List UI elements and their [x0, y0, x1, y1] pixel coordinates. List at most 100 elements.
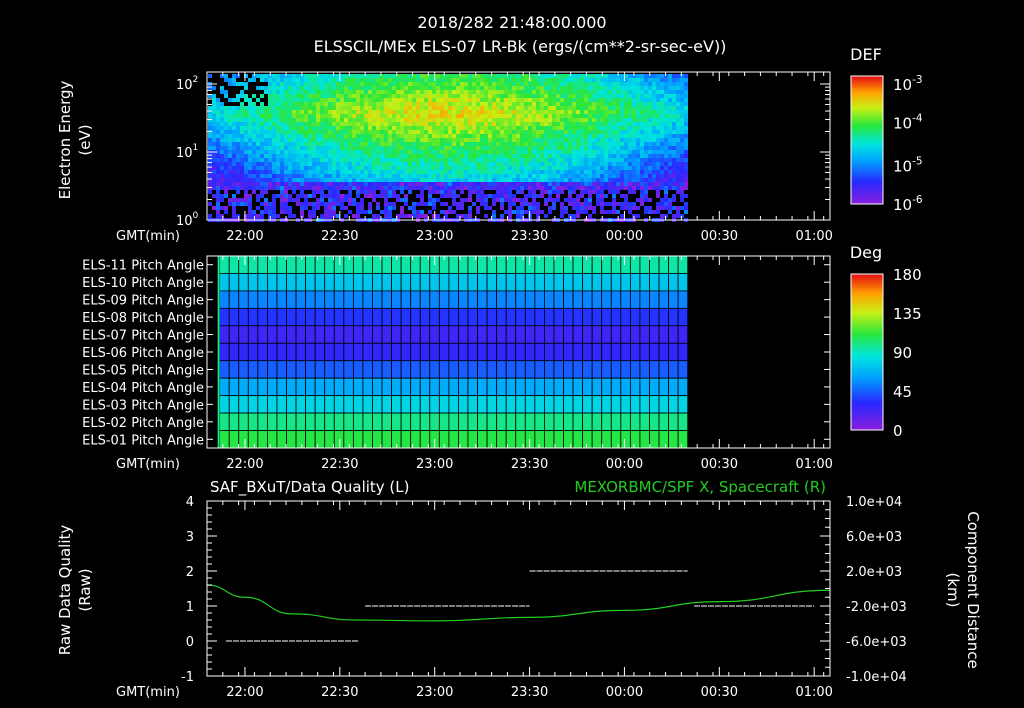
spectrogram-cell [416, 170, 420, 174]
spectrogram-cell [412, 110, 416, 114]
spectrogram-cell [436, 210, 440, 214]
spectrogram-cell [676, 214, 680, 218]
spectrogram-cell [532, 74, 536, 78]
spectrogram-cell [348, 138, 352, 142]
spectrogram-cell [360, 174, 364, 178]
pitch-angle-cell [524, 307, 536, 327]
spectrogram-cell [476, 174, 480, 178]
spectrogram-cell [272, 102, 276, 106]
spectrogram-cell [572, 106, 576, 110]
spectrogram-cell [388, 118, 392, 122]
spectrogram-cell [228, 146, 232, 150]
spectrogram-cell [576, 82, 580, 86]
spectrogram-cell [636, 114, 640, 118]
spectrogram-cell [620, 186, 624, 190]
spectrogram-cell [220, 210, 224, 214]
spectrogram-cell [428, 198, 432, 202]
spectrogram-cell [544, 182, 548, 186]
spectrogram-cell [656, 118, 660, 122]
spectrogram-cell [372, 78, 376, 82]
spectrogram-cell [596, 194, 600, 198]
spectrogram-cell [536, 178, 540, 182]
spectrogram-cell [364, 82, 368, 86]
spectrogram-cell [520, 138, 524, 142]
spectrogram-cell [324, 198, 328, 202]
spectrogram-cell [404, 118, 408, 122]
spectrogram-cell [396, 150, 400, 154]
spectrogram-cell [476, 86, 480, 90]
spectrogram-cell [336, 154, 340, 158]
spectrogram-cell [396, 106, 400, 110]
spectrogram-cell [348, 130, 352, 134]
spectrogram-cell [448, 126, 452, 130]
spectrogram-cell [368, 86, 372, 90]
spectrogram-cell [348, 142, 352, 146]
spectrogram-cell [256, 190, 260, 194]
spectrogram-cell [588, 86, 592, 90]
spectrogram-cell [504, 206, 508, 210]
spectrogram-cell [636, 94, 640, 98]
spectrogram-cell [424, 90, 428, 94]
spectrogram-cell [228, 186, 232, 190]
spectrogram-cell [364, 106, 368, 110]
spectrogram-cell [556, 134, 560, 138]
spectrogram-cell [536, 98, 540, 102]
spectrogram-cell [680, 98, 684, 102]
spectrogram-cell [360, 186, 364, 190]
spectrogram-cell [360, 206, 364, 210]
spectrogram-cell [228, 114, 232, 118]
spectrogram-cell [456, 134, 460, 138]
spectrogram-cell [260, 198, 264, 202]
spectrogram-cell [316, 194, 320, 198]
spectrogram-cell [236, 158, 240, 162]
pitch-angle-cell [419, 360, 431, 379]
spectrogram-cell [340, 202, 344, 206]
spectrogram-cell [396, 98, 400, 102]
spectrogram-cell [304, 78, 308, 82]
spectrogram-cell [644, 138, 648, 142]
spectrogram-cell [452, 106, 456, 110]
spectrogram-cell [620, 82, 624, 86]
spectrogram-cell [444, 178, 448, 182]
spectrogram-cell [572, 102, 576, 106]
spectrogram-cell [416, 74, 420, 78]
spectrogram-cell [448, 94, 452, 98]
spectrogram-cell [660, 162, 664, 166]
spectrogram-cell [544, 82, 548, 86]
spectrogram-cell [532, 78, 536, 82]
spectrogram-cell [228, 210, 232, 214]
spectrogram-cell [600, 86, 604, 90]
spectrogram-cell [284, 194, 288, 198]
spectrogram-cell [560, 214, 564, 218]
spectrogram-cell [224, 194, 228, 198]
pitch-angle-cell [219, 255, 230, 274]
spectrogram-cell [460, 86, 464, 90]
spectrogram-cell [364, 198, 368, 202]
spectrogram-cell [556, 118, 560, 122]
spectrogram-cell [264, 182, 268, 186]
spectrogram-cell [352, 98, 356, 102]
spectrogram-cell [272, 158, 276, 162]
spectrogram-cell [544, 206, 548, 210]
spectrogram-cell [244, 150, 248, 154]
spectrogram-cell [660, 98, 664, 102]
spectrogram-cell [400, 154, 404, 158]
spectrogram-cell [512, 146, 516, 150]
spectrogram-cell [472, 82, 476, 86]
energy-time-gmt-label: GMT(min) [116, 229, 180, 244]
spectrogram-cell [548, 194, 552, 198]
spectrogram-cell [444, 194, 448, 198]
spectrogram-cell [476, 186, 480, 190]
spectrogram-cell [484, 110, 488, 114]
spectrogram-cell [472, 210, 476, 214]
spectrogram-cell [488, 210, 492, 214]
spectrogram-cell [540, 198, 544, 202]
spectrogram-cell [636, 106, 640, 110]
spectrogram-cell [524, 130, 528, 134]
spectrogram-cell [624, 86, 628, 90]
spectrogram-cell [532, 130, 536, 134]
spectrogram-cell [388, 162, 392, 166]
spectrogram-cell [224, 190, 228, 194]
spectrogram-cell [568, 202, 572, 206]
spectrogram-cell [676, 98, 680, 102]
